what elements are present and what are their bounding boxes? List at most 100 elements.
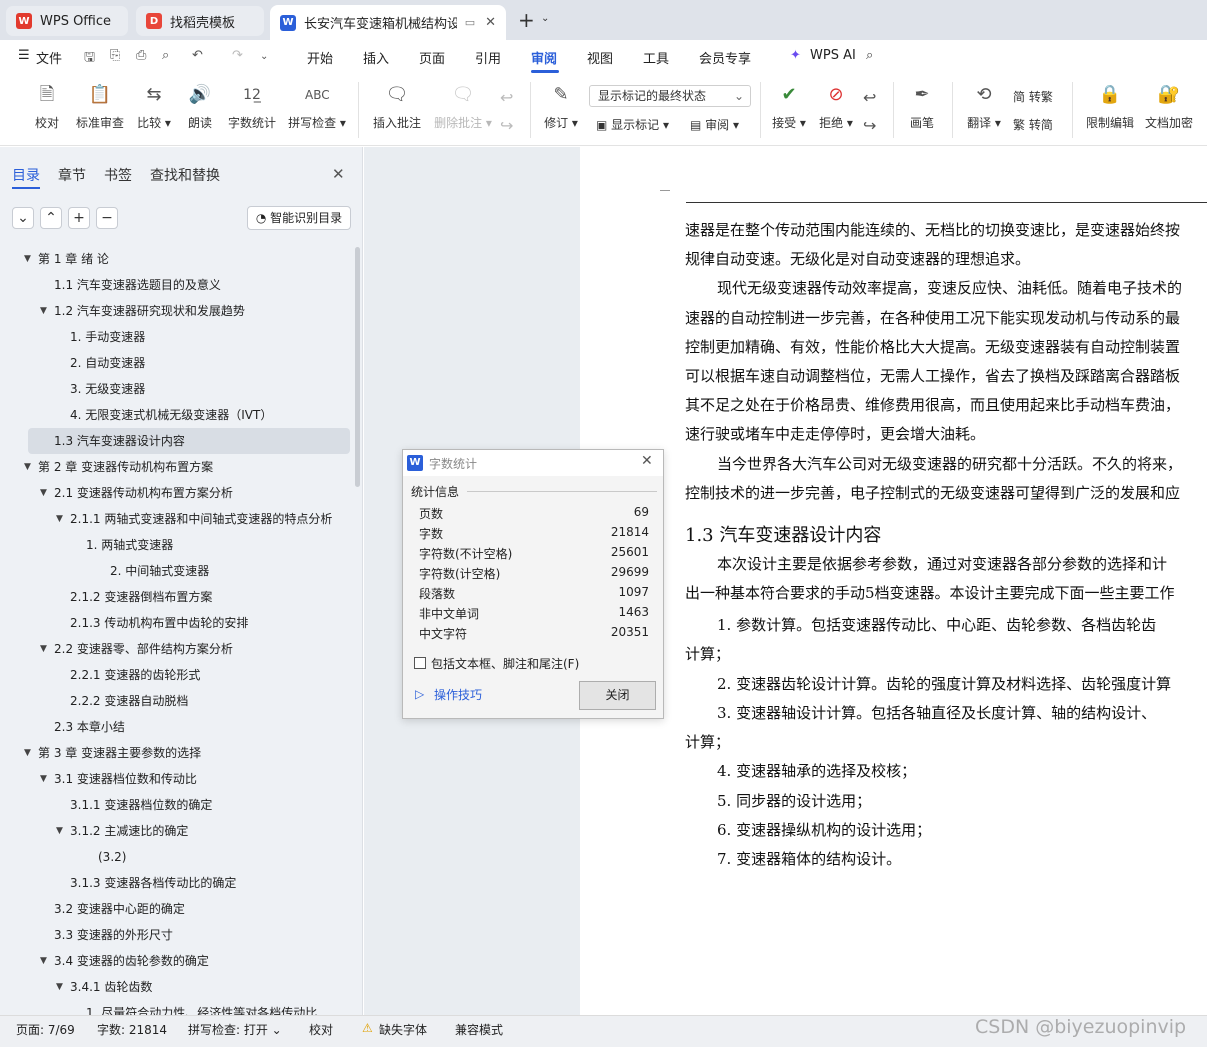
menu-references[interactable]: 引用 — [475, 48, 501, 67]
menu-page[interactable]: 页面 — [419, 48, 445, 67]
menu-review[interactable]: 审阅 — [531, 48, 557, 67]
toc-item[interactable]: 1.3 汽车变速器设计内容 — [28, 428, 350, 454]
expand-arrow-icon[interactable]: ▼ — [40, 480, 47, 506]
close-button[interactable]: 关闭 — [579, 681, 656, 710]
toc-item[interactable]: 1.1 汽车变速器选题目的及意义 — [0, 272, 350, 298]
nav-tab-toc[interactable]: 目录 — [12, 165, 40, 185]
nav-tab-chapters[interactable]: 章节 — [58, 165, 86, 185]
accept-button[interactable]: ✔ 接受 ▾ — [771, 82, 807, 131]
expand-arrow-icon[interactable]: ▼ — [56, 818, 63, 844]
menu-wps-ai[interactable]: WPS AI — [810, 48, 856, 63]
close-tab-icon[interactable]: ✕ — [485, 15, 496, 30]
to-simplified-button[interactable]: 繁 转简 — [1013, 116, 1053, 133]
toc-item[interactable]: ▼ 第 3 章 变速器主要参数的选择 — [0, 740, 350, 766]
toc-item[interactable]: ▼ 第 2 章 变速器传动机构布置方案 — [0, 454, 350, 480]
spell-check-status[interactable]: 拼写检查: 打开 ⌄ — [188, 1021, 282, 1038]
toc-item[interactable]: 3.1.1 变速器档位数的确定 — [0, 792, 350, 818]
menu-view[interactable]: 视图 — [587, 48, 613, 67]
undo-icon[interactable]: ↶ — [192, 48, 203, 63]
toc-item[interactable]: 1. 手动变速器 — [0, 324, 350, 350]
word-count-button[interactable]: 12̲ 字数统计 — [227, 82, 277, 131]
remove-heading-button[interactable]: − — [96, 207, 118, 229]
proofread-status[interactable]: 校对 — [309, 1021, 333, 1038]
toc-item[interactable]: 2.3 本章小结 — [0, 714, 350, 740]
toc-item[interactable]: ▼ 2.1.1 两轴式变速器和中间轴式变速器的特点分析 — [0, 506, 350, 532]
nav-tab-bookmarks[interactable]: 书签 — [104, 165, 132, 185]
show-markup-button[interactable]: ▣ 显示标记 ▾ — [596, 116, 669, 133]
chevron-down-icon[interactable]: ⌄ — [541, 13, 549, 24]
toc-item[interactable]: 1. 两轴式变速器 — [0, 532, 350, 558]
markup-state-select[interactable]: 显示标记的最终状态 ⌄ — [589, 85, 751, 107]
tab-document[interactable]: W 长安汽车变速箱机械结构设计 ▭ ✕ — [270, 5, 506, 40]
translate-button[interactable]: ⟲ 翻译 ▾ — [966, 82, 1002, 131]
proofread-button[interactable]: 🗎 校对 — [32, 82, 62, 131]
toc-item[interactable]: 2.2.1 变速器的齿轮形式 — [0, 662, 350, 688]
toc-item[interactable]: ▼ 2.2 变速器零、部件结构方案分析 — [0, 636, 350, 662]
reject-button[interactable]: ⊘ 拒绝 ▾ — [818, 82, 854, 131]
include-textbox-checkbox[interactable] — [414, 657, 426, 669]
insert-comment-button[interactable]: 🗨 插入批注 — [372, 82, 422, 131]
pen-button[interactable]: ✒ 画笔 — [908, 82, 936, 131]
tab-wps-office[interactable]: W WPS Office — [6, 6, 128, 36]
menu-home[interactable]: 开始 — [307, 48, 333, 67]
next-comment-icon[interactable]: ↪ — [500, 116, 513, 135]
expand-button[interactable]: ⌃ — [40, 207, 62, 229]
menu-file[interactable]: 文件 — [36, 48, 62, 67]
smart-toc-button[interactable]: ◔ 智能识别目录 — [247, 206, 351, 230]
page-indicator[interactable]: 页面: 7/69 — [16, 1021, 75, 1038]
toc-item[interactable]: ▼ 3.4 变速器的齿轮参数的确定 — [0, 948, 350, 974]
toc-item[interactable]: 3.1.3 变速器各档传动比的确定 — [0, 870, 350, 896]
add-heading-button[interactable]: + — [68, 207, 90, 229]
toc-item[interactable]: 3.3 变速器的外形尺寸 — [0, 922, 350, 948]
expand-arrow-icon[interactable]: ▼ — [56, 506, 63, 532]
expand-arrow-icon[interactable]: ▼ — [24, 740, 31, 766]
standard-review-button[interactable]: 📋 标准审查 — [76, 82, 124, 131]
expand-arrow-icon[interactable]: ▼ — [40, 298, 47, 324]
word-count-indicator[interactable]: 字数: 21814 — [97, 1021, 167, 1038]
expand-arrow-icon[interactable]: ▼ — [40, 636, 47, 662]
toc-item[interactable]: 1. 尽量符合动力性、经济性等对各档传动比 — [0, 1000, 350, 1016]
toc-item[interactable]: (3.2) — [0, 844, 350, 870]
delete-comment-button[interactable]: 🗨 删除批注 ▾ — [433, 82, 493, 131]
toc-item[interactable]: 2. 中间轴式变速器 — [0, 558, 350, 584]
include-textbox-label[interactable]: 包括文本框、脚注和尾注(F) — [431, 655, 579, 672]
print-preview-icon[interactable]: ⌕ — [162, 48, 169, 63]
review-pane-button[interactable]: ▤ 审阅 ▾ — [690, 116, 739, 133]
save-icon[interactable]: 🖫 — [84, 48, 95, 70]
toc-item[interactable]: ▼ 3.1 变速器档位数和传动比 — [0, 766, 350, 792]
track-changes-button[interactable]: ✎ 修订 ▾ — [542, 82, 580, 131]
redo-icon[interactable]: ↷ — [232, 48, 243, 63]
document-page[interactable]: 速器是在整个传动范围内能连续的、无档比的切换变速比，是变速器始终按 规律自动变速。… — [580, 147, 1207, 1015]
compare-button[interactable]: ⇆ 比较 ▾ — [136, 82, 172, 131]
expand-arrow-icon[interactable]: ▼ — [40, 948, 47, 974]
close-dialog-icon[interactable]: ✕ — [641, 453, 653, 469]
toc-item[interactable]: ▼ 第 1 章 绪 论 — [0, 246, 350, 272]
toc-item[interactable]: 2. 自动变速器 — [0, 350, 350, 376]
missing-font-status[interactable]: 缺失字体 — [379, 1021, 427, 1038]
previous-comment-icon[interactable]: ↩ — [500, 88, 513, 107]
expand-arrow-icon[interactable]: ▼ — [24, 454, 31, 480]
hamburger-icon[interactable]: ☰ — [18, 48, 30, 63]
read-aloud-button[interactable]: 🔊 朗读 — [186, 82, 214, 131]
next-change-icon[interactable]: ↪ — [863, 116, 876, 135]
print-icon[interactable]: ⎙ — [136, 48, 146, 63]
new-tab-icon[interactable]: + — [518, 8, 535, 32]
nav-tab-find-replace[interactable]: 查找和替换 — [150, 165, 220, 185]
collapse-all-button[interactable]: ⌄ — [12, 207, 34, 229]
menu-tools[interactable]: 工具 — [643, 48, 669, 67]
toc-item[interactable]: 2.1.3 传动机构布置中齿轮的安排 — [0, 610, 350, 636]
tab-docer-templates[interactable]: D 找稻壳模板 — [136, 6, 264, 36]
to-traditional-button[interactable]: 简 转繁 — [1013, 88, 1053, 105]
toc-item[interactable]: 2.1.2 变速器倒档布置方案 — [0, 584, 350, 610]
restrict-editing-button[interactable]: 🔒 限制编辑 — [1086, 82, 1134, 131]
share-icon[interactable]: ⎘ — [110, 48, 120, 63]
toc-item[interactable]: ▼ 2.1 变速器传动机构布置方案分析 — [0, 480, 350, 506]
more-chevron-icon[interactable]: ⌄ — [260, 51, 268, 62]
menu-member[interactable]: 会员专享 — [699, 48, 751, 67]
toc-item[interactable]: 2.2.2 变速器自动脱档 — [0, 688, 350, 714]
search-icon[interactable]: ⌕ — [866, 48, 873, 63]
menu-insert[interactable]: 插入 — [363, 48, 389, 67]
expand-arrow-icon[interactable]: ▼ — [40, 766, 47, 792]
toc-item[interactable]: 3.2 变速器中心距的确定 — [0, 896, 350, 922]
expand-arrow-icon[interactable]: ▼ — [56, 974, 63, 1000]
